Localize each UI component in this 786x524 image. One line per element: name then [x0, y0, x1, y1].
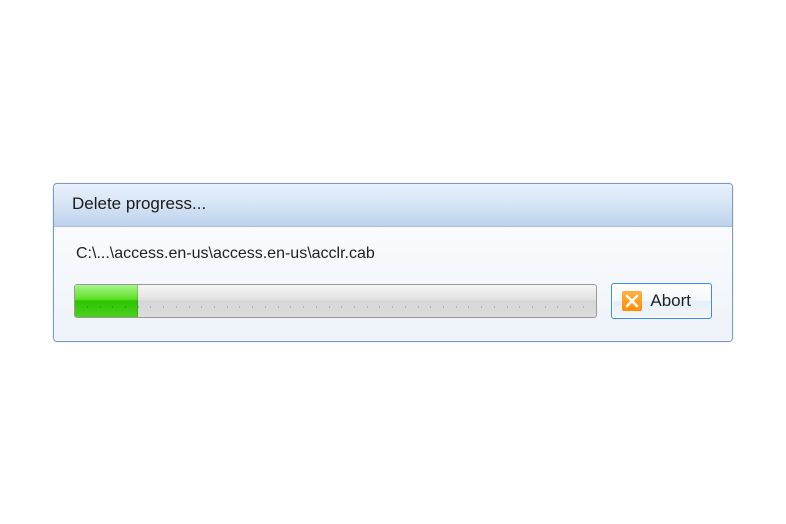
abort-icon [622, 291, 642, 311]
abort-button[interactable]: Abort [611, 283, 712, 319]
delete-progress-dialog: Delete progress... C:\...\access.en-us\a… [53, 183, 733, 342]
dialog-title: Delete progress... [54, 184, 732, 227]
abort-button-label: Abort [650, 291, 691, 311]
progress-tick-marks [75, 306, 596, 314]
dialog-content: C:\...\access.en-us\access.en-us\acclr.c… [54, 227, 732, 341]
progress-bar [74, 284, 597, 318]
progress-bar-fill [75, 285, 138, 317]
progress-row: Abort [74, 283, 712, 319]
current-file-path: C:\...\access.en-us\access.en-us\acclr.c… [74, 245, 712, 263]
